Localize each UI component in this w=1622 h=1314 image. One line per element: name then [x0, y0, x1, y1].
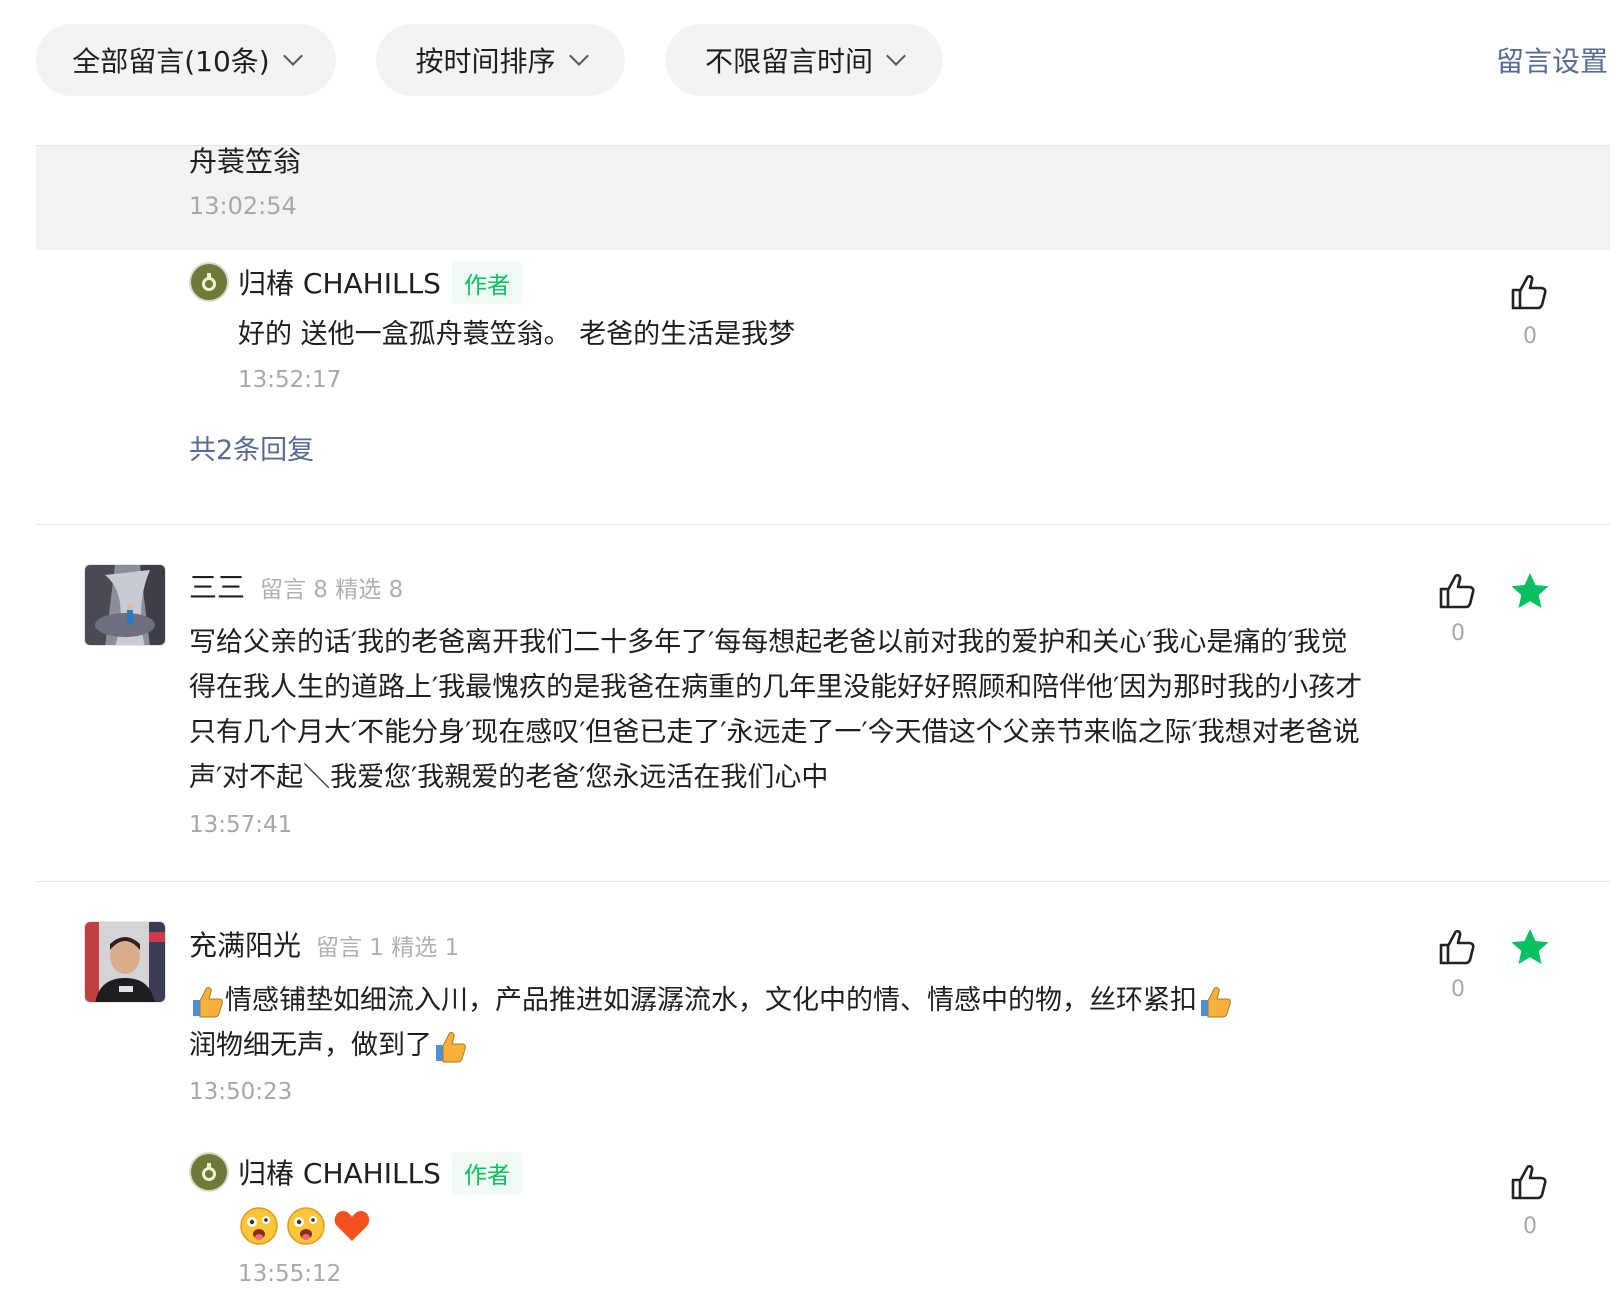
view-replies-link[interactable]: 共2条回复	[189, 428, 314, 467]
like-count: 0	[1523, 324, 1537, 349]
comment-time: 13:57:41	[189, 812, 293, 838]
time-range-label: 不限留言时间	[704, 45, 873, 78]
thumbs-up-icon	[1439, 929, 1475, 965]
author-logo-icon	[202, 273, 216, 291]
comment-line: 写给父亲的话′我的老爸离开我们二十多年了′每每想起老爸以前对我的爱护和关心′我心…	[189, 627, 1348, 658]
reply-time: 13:52:17	[238, 367, 342, 393]
chevron-down-icon	[282, 46, 303, 66]
thumbs-up-icon	[1511, 274, 1547, 310]
thumbs-up-emoji-icon	[1201, 986, 1231, 1017]
author-logo-icon	[202, 1163, 216, 1181]
crazy-face-emoji-icon	[240, 1207, 278, 1245]
comment-line-text: 润物细无声，做到了	[189, 1030, 432, 1061]
avatar-photo	[85, 565, 165, 645]
highlighted-reply: 舟蓑笠翁 13:02:54	[36, 146, 1610, 250]
heart-emoji-icon	[334, 1211, 370, 1241]
author-name[interactable]: 归椿 CHAHILLS	[238, 1152, 441, 1192]
divider	[36, 881, 1610, 882]
star-icon	[1511, 573, 1549, 608]
commenter-name[interactable]: 三三	[189, 566, 245, 606]
chevron-down-icon	[886, 46, 906, 66]
reply-emojis	[238, 1205, 372, 1247]
like-count: 0	[1523, 1214, 1537, 1239]
comment-line-text: 情感铺垫如细流入川，产品推进如潺潺流水，文化中的情、情感中的物，丝环紧扣	[225, 985, 1197, 1016]
thumbs-up-icon	[1511, 1164, 1547, 1200]
all-comments-label: 全部留言(10条)	[72, 45, 270, 78]
comment-text: 写给父亲的话′我的老爸离开我们二十多年了′每每想起老爸以前对我的爱护和关心′我心…	[189, 620, 1429, 800]
avatar-photo	[85, 922, 165, 1002]
crazy-face-emoji-icon	[287, 1207, 325, 1245]
like-button[interactable]	[1437, 926, 1479, 972]
user-avatar[interactable]	[84, 921, 166, 1003]
author-name[interactable]: 归椿 CHAHILLS	[238, 262, 441, 302]
reply-time: 13:55:12	[238, 1261, 342, 1287]
like-count: 0	[1451, 621, 1465, 646]
thumbs-up-emoji-icon	[193, 986, 223, 1017]
sort-filter[interactable]: 按时间排序	[376, 24, 625, 96]
like-count: 0	[1451, 977, 1465, 1002]
divider	[36, 524, 1610, 525]
thumbs-up-icon	[1439, 573, 1475, 609]
comment-line: 声′对不起＼我爱您′我親爱的老爸′您永远活在我们心中	[189, 762, 829, 793]
thumbs-up-emoji-icon	[436, 1031, 466, 1062]
author-tag: 作者	[452, 262, 522, 304]
author-avatar[interactable]	[189, 1152, 229, 1192]
comment-line: 情感铺垫如细流入川，产品推进如潺潺流水，文化中的情、情感中的物，丝环紧扣	[189, 978, 1233, 1023]
comment-line: 得在我人生的道路上′我最愧疚的是我爸在病重的几年里没能好好照顾和陪伴他′因为那时…	[189, 672, 1363, 703]
author-avatar[interactable]	[189, 262, 229, 302]
chevron-down-icon	[568, 46, 589, 66]
sort-label: 按时间排序	[415, 45, 556, 78]
comment-line: 润物细无声，做到了	[189, 1023, 1233, 1068]
commenter-stats: 留言 8 精选 8	[260, 577, 404, 603]
reply-text: 舟蓑笠翁	[189, 146, 302, 178]
star-icon	[1511, 929, 1549, 964]
user-avatar[interactable]	[84, 564, 166, 646]
like-button[interactable]	[1437, 570, 1479, 616]
like-button[interactable]	[1509, 1161, 1551, 1207]
commenter-stats: 留言 1 精选 1	[316, 935, 460, 961]
time-range-filter[interactable]: 不限留言时间	[665, 24, 943, 96]
comment-time: 13:50:23	[189, 1079, 293, 1105]
like-button[interactable]	[1509, 271, 1551, 317]
reply-text: 好的 送他一盒孤舟蓑笠翁。 老爸的生活是我梦	[238, 319, 796, 350]
comment-line: 只有几个月大′不能分身′现在感叹′但爸已走了′永远走了一′今天借这个父亲节来临之…	[189, 717, 1360, 748]
comment-text: 情感铺垫如细流入川，产品推进如潺潺流水，文化中的情、情感中的物，丝环紧扣 润物细…	[189, 978, 1233, 1068]
feature-star-button[interactable]	[1509, 570, 1551, 616]
author-tag: 作者	[452, 1152, 522, 1194]
reply-time: 13:02:54	[189, 192, 297, 220]
commenter-name[interactable]: 充满阳光	[189, 924, 301, 964]
filter-bar: 全部留言(10条) 按时间排序 不限留言时间 留言设置	[0, 0, 1622, 120]
feature-star-button[interactable]	[1509, 926, 1551, 972]
all-comments-filter[interactable]: 全部留言(10条)	[36, 24, 336, 96]
comment-settings-link[interactable]: 留言设置	[1496, 40, 1608, 80]
